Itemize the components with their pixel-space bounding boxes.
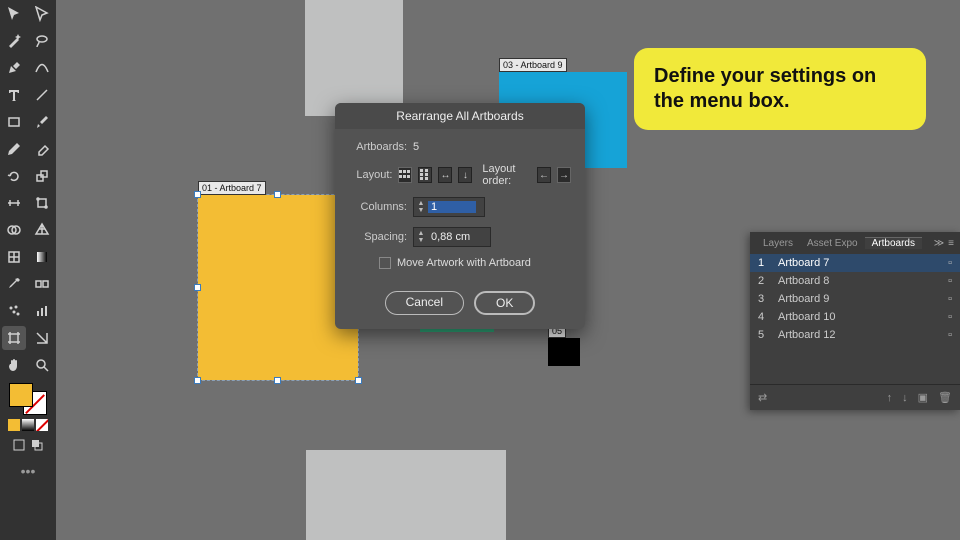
new-artboard-icon[interactable]: ▣: [918, 391, 928, 404]
pencil-tool-icon[interactable]: [2, 137, 26, 161]
scale-tool-icon[interactable]: [30, 164, 54, 188]
columns-label: Columns:: [349, 201, 407, 213]
none-mode-icon[interactable]: [36, 419, 48, 431]
layout-label: Layout:: [349, 169, 392, 181]
artboard-bg-2: [306, 450, 506, 540]
cancel-button[interactable]: Cancel: [385, 291, 464, 315]
fill-swatch[interactable]: [9, 383, 33, 407]
rearrange-icon[interactable]: ⇄: [758, 391, 767, 404]
artboards-panel: Layers Asset Expo Artboards ≫ ≡ 1Artboar…: [750, 232, 960, 410]
spacing-stepper[interactable]: ▲▼: [414, 230, 428, 244]
artboards-count-label: Artboards:: [349, 141, 407, 153]
perspective-tool-icon[interactable]: [30, 218, 54, 242]
list-item[interactable]: 5Artboard 12▫: [750, 326, 960, 344]
paintbrush-tool-icon[interactable]: [30, 110, 54, 134]
move-artwork-label: Move Artwork with Artboard: [397, 257, 531, 269]
move-up-icon[interactable]: ↑: [887, 392, 893, 404]
tutorial-callout: Define your settings on the menu box.: [634, 48, 926, 130]
gradient-mode-icon[interactable]: [22, 419, 34, 431]
symbol-sprayer-tool-icon[interactable]: [2, 299, 26, 323]
magic-wand-tool-icon[interactable]: [2, 29, 26, 53]
pen-tool-icon[interactable]: [2, 56, 26, 80]
layout-col-button[interactable]: ↓: [458, 167, 472, 183]
move-down-icon[interactable]: ↓: [902, 392, 908, 404]
left-toolbar: •••: [0, 0, 56, 540]
artboard-list: 1Artboard 7▫ 2Artboard 8▫ 3Artboard 9▫ 4…: [750, 254, 960, 344]
eraser-tool-icon[interactable]: [30, 137, 54, 161]
panel-footer: ⇄ ↑ ↓ ▣ 🗑: [750, 384, 960, 410]
selection-tool-icon[interactable]: [2, 2, 26, 26]
width-tool-icon[interactable]: [2, 191, 26, 215]
ok-button[interactable]: OK: [474, 291, 535, 315]
artboard-small[interactable]: 05: [548, 338, 580, 366]
draw-behind-icon[interactable]: [29, 437, 45, 453]
spacing-input[interactable]: [428, 231, 476, 243]
zoom-tool-icon[interactable]: [30, 353, 54, 377]
artboard-9-label: 03 - Artboard 9: [499, 58, 567, 72]
line-tool-icon[interactable]: [30, 83, 54, 107]
color-mode-icon[interactable]: [8, 419, 20, 431]
artboard-bg-1: [305, 0, 403, 116]
artboard-options-icon[interactable]: ▫: [948, 329, 952, 341]
columns-input[interactable]: [428, 201, 476, 213]
blend-tool-icon[interactable]: [30, 272, 54, 296]
curvature-tool-icon[interactable]: [30, 56, 54, 80]
list-item[interactable]: 1Artboard 7▫: [750, 254, 960, 272]
move-artwork-checkbox[interactable]: [379, 257, 391, 269]
eyedropper-tool-icon[interactable]: [2, 272, 26, 296]
tab-layers[interactable]: Layers: [756, 238, 800, 249]
list-item[interactable]: 2Artboard 8▫: [750, 272, 960, 290]
artboard-options-icon[interactable]: ▫: [948, 275, 952, 287]
layout-grid-row-button[interactable]: [398, 167, 412, 183]
tab-asset-export[interactable]: Asset Expo: [800, 238, 865, 249]
slice-tool-icon[interactable]: [30, 326, 54, 350]
hand-tool-icon[interactable]: [2, 353, 26, 377]
fill-stroke-swatches[interactable]: [9, 383, 47, 415]
artboard-options-icon[interactable]: ▫: [948, 293, 952, 305]
graph-tool-icon[interactable]: [30, 299, 54, 323]
artboard-7-label: 01 - Artboard 7: [198, 181, 266, 195]
columns-stepper[interactable]: ▲▼: [414, 200, 428, 214]
shape-builder-tool-icon[interactable]: [2, 218, 26, 242]
tool-grid: [2, 2, 54, 377]
list-item[interactable]: 4Artboard 10▫: [750, 308, 960, 326]
free-transform-tool-icon[interactable]: [30, 191, 54, 215]
layout-grid-col-button[interactable]: [418, 167, 432, 183]
panel-menu-icon[interactable]: ≡: [948, 238, 954, 249]
artboard-tool-icon[interactable]: [2, 326, 26, 350]
rotate-tool-icon[interactable]: [2, 164, 26, 188]
gradient-tool-icon[interactable]: [30, 245, 54, 269]
list-item[interactable]: 3Artboard 9▫: [750, 290, 960, 308]
panel-tabs: Layers Asset Expo Artboards ≫ ≡: [750, 232, 960, 254]
artboard-7[interactable]: 01 - Artboard 7: [198, 195, 358, 380]
dialog-title: Rearrange All Artboards: [335, 103, 585, 129]
layout-row-button[interactable]: ↔: [438, 167, 452, 183]
artboard-options-icon[interactable]: ▫: [948, 311, 952, 323]
direct-selection-tool-icon[interactable]: [30, 2, 54, 26]
mesh-tool-icon[interactable]: [2, 245, 26, 269]
layout-order-label: Layout order:: [482, 163, 531, 187]
panel-collapse-icon[interactable]: ≫: [934, 238, 944, 249]
artboard-options-icon[interactable]: ▫: [948, 257, 952, 269]
tab-artboards[interactable]: Artboards: [865, 237, 922, 249]
rearrange-artboards-dialog: Rearrange All Artboards Artboards: 5 Lay…: [335, 103, 585, 329]
spacing-label: Spacing:: [349, 231, 407, 243]
draw-normal-icon[interactable]: [11, 437, 27, 453]
toolbar-overflow-icon[interactable]: •••: [21, 463, 36, 479]
layout-order-rtl-button[interactable]: →: [557, 167, 571, 183]
rectangle-tool-icon[interactable]: [2, 110, 26, 134]
color-swatch-group: •••: [8, 383, 48, 479]
artboards-count-value: 5: [413, 141, 419, 153]
delete-artboard-icon[interactable]: 🗑: [938, 391, 952, 404]
type-tool-icon[interactable]: [2, 83, 26, 107]
layout-order-ltr-button[interactable]: ←: [537, 167, 551, 183]
lasso-tool-icon[interactable]: [30, 29, 54, 53]
